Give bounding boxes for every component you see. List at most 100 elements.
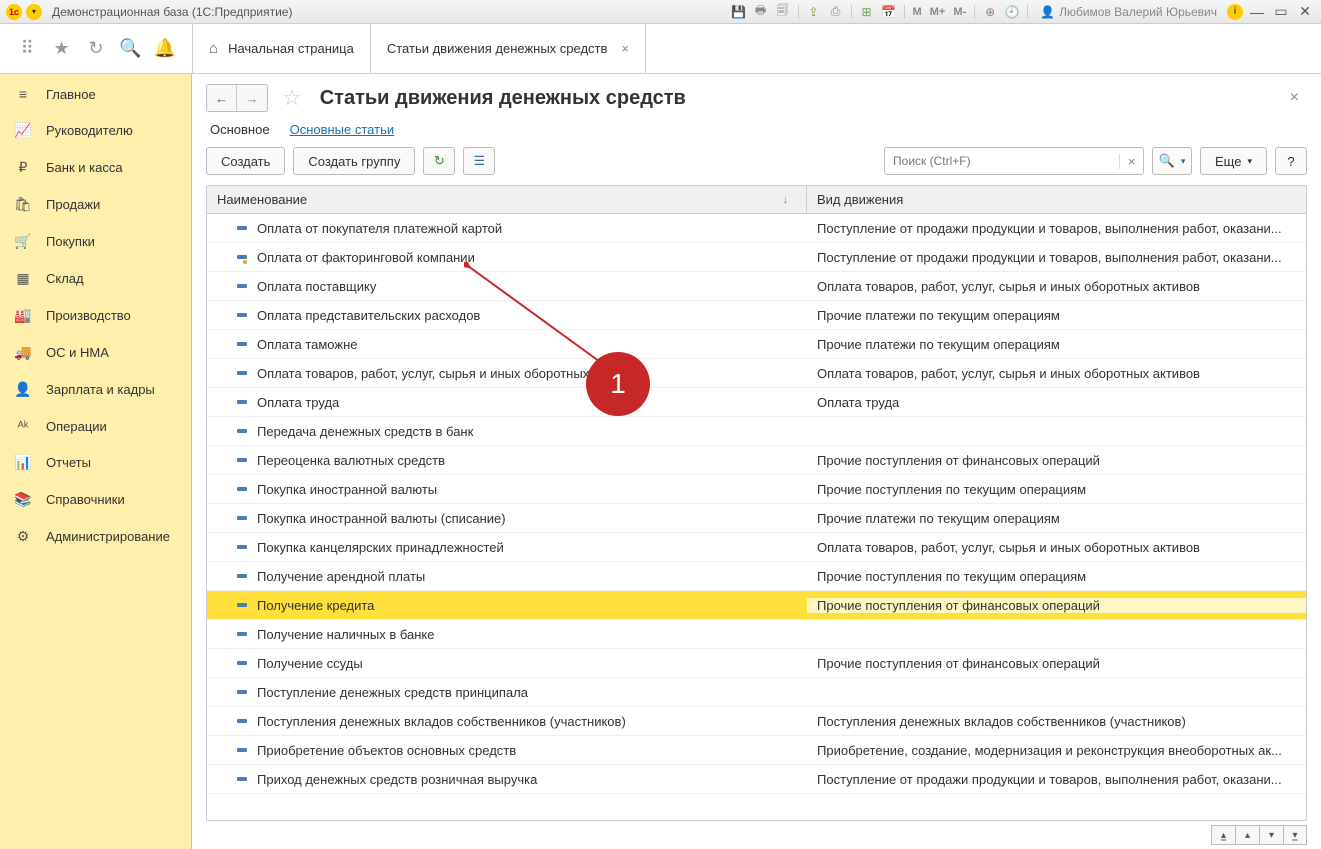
table-row[interactable]: Покупка иностранной валюты (списание) Пр… <box>207 504 1306 533</box>
subtab-main-items[interactable]: Основные статьи <box>290 122 395 137</box>
row-name: Оплата таможне <box>257 337 358 352</box>
sidebar-item[interactable]: 📊Отчеты <box>0 444 191 481</box>
sidebar-item[interactable]: 📚Справочники <box>0 481 191 518</box>
zoom-icon[interactable]: ⊕ <box>981 3 999 21</box>
search-button[interactable]: 🔍▾ <box>1152 147 1192 175</box>
table-row[interactable]: Приход денежных средств розничная выручк… <box>207 765 1306 794</box>
scroll-down-icon[interactable]: ▾ <box>1259 825 1283 845</box>
user-chip[interactable]: 👤 Любимов Валерий Юрьевич <box>1040 5 1217 19</box>
save-icon[interactable]: 💾 <box>730 3 748 21</box>
search-input[interactable] <box>885 154 1119 168</box>
calendar-icon[interactable]: 📅 <box>880 3 898 21</box>
history-icon[interactable]: 🕘 <box>1003 3 1021 21</box>
row-name: Поступление денежных средств принципала <box>257 685 528 700</box>
item-icon <box>237 400 247 404</box>
apps-icon[interactable]: ⠿ <box>15 37 39 61</box>
sidebar-item[interactable]: 🚚ОС и НМА <box>0 334 191 371</box>
sidebar-item-label: Руководителю <box>46 123 133 138</box>
subtab-main[interactable]: Основное <box>210 122 270 137</box>
row-name: Оплата труда <box>257 395 339 410</box>
table-row[interactable]: Оплата от покупателя платежной картой По… <box>207 214 1306 243</box>
sidebar-item[interactable]: 📈Руководителю <box>0 112 191 149</box>
sidebar-item[interactable]: ₽Банк и касса <box>0 149 191 186</box>
table-row[interactable]: Поступление денежных средств принципала <box>207 678 1306 707</box>
row-name: Получение кредита <box>257 598 374 613</box>
forward-button[interactable]: → <box>237 85 267 111</box>
scroll-top-icon[interactable]: ▴̲ <box>1211 825 1235 845</box>
table-row[interactable]: Получение кредита Прочие поступления от … <box>207 591 1306 620</box>
minimize-button[interactable]: — <box>1247 4 1267 20</box>
table-row[interactable]: Переоценка валютных средств Прочие посту… <box>207 446 1306 475</box>
memory-m[interactable]: M <box>911 6 924 18</box>
sidebar-icon: ₽ <box>14 159 32 176</box>
memory-mminus[interactable]: M- <box>951 6 968 18</box>
sidebar-icon: 👤 <box>14 381 32 398</box>
row-kind: Оплата товаров, работ, услуг, сырья и ин… <box>807 279 1306 294</box>
table-row[interactable]: Покупка канцелярских принадлежностей Опл… <box>207 533 1306 562</box>
table-row[interactable]: Оплата поставщику Оплата товаров, работ,… <box>207 272 1306 301</box>
create-group-button[interactable]: Создать группу <box>293 147 415 175</box>
row-name: Поступления денежных вкладов собственник… <box>257 714 626 729</box>
table-row[interactable]: Поступления денежных вкладов собственник… <box>207 707 1306 736</box>
close-button[interactable]: ✕ <box>1295 3 1315 20</box>
window-title: Демонстрационная база (1С:Предприятие) <box>52 5 730 19</box>
table-row[interactable]: Передача денежных средств в банк <box>207 417 1306 446</box>
favorite-star-icon[interactable]: ☆ <box>282 85 302 111</box>
table-row[interactable]: Получение наличных в банке <box>207 620 1306 649</box>
row-kind: Прочие поступления от финансовых операци… <box>807 598 1306 613</box>
tab-home[interactable]: ⌂ Начальная страница <box>193 24 371 73</box>
col-name[interactable]: Наименование ↓ <box>207 186 807 213</box>
row-kind: Оплата товаров, работ, услуг, сырья и ин… <box>807 366 1306 381</box>
history-nav-icon[interactable]: ↻ <box>84 37 108 61</box>
page-close-icon[interactable]: × <box>1290 89 1299 107</box>
calc-icon[interactable]: ⊞ <box>858 3 876 21</box>
app-menu-dropdown[interactable]: ▾ <box>26 4 42 20</box>
search-clear-icon[interactable]: × <box>1119 154 1143 169</box>
sidebar-item[interactable]: 🏭Производство <box>0 297 191 334</box>
table-row[interactable]: Оплата представительских расходов Прочие… <box>207 301 1306 330</box>
help-button[interactable]: ? <box>1275 147 1307 175</box>
table-row[interactable]: Получение арендной платы Прочие поступле… <box>207 562 1306 591</box>
sidebar-icon: 🏭 <box>14 307 32 324</box>
item-icon <box>237 632 247 636</box>
tab-close-icon[interactable]: × <box>621 41 629 56</box>
table-row[interactable]: Оплата от факторинговой компании Поступл… <box>207 243 1306 272</box>
sidebar-item[interactable]: ᴬᵏОперации <box>0 408 191 444</box>
print-icon[interactable]: 🖶 <box>752 3 770 21</box>
list-mode-button[interactable]: ☰ <box>463 147 495 175</box>
col-kind[interactable]: Вид движения <box>807 192 1306 207</box>
favorite-icon[interactable]: ★ <box>50 37 74 61</box>
info-icon[interactable]: i <box>1227 4 1243 20</box>
sidebar-icon: ≡ <box>14 86 32 102</box>
sidebar-item[interactable]: 👤Зарплата и кадры <box>0 371 191 408</box>
memory-mplus[interactable]: M+ <box>928 6 948 18</box>
sidebar-item[interactable]: ⚙Администрирование <box>0 518 191 555</box>
maximize-button[interactable]: ▭ <box>1271 3 1291 20</box>
search-nav-icon[interactable]: 🔍 <box>118 37 142 61</box>
table-row[interactable]: Получение ссуды Прочие поступления от фи… <box>207 649 1306 678</box>
send-icon[interactable]: ⎙ <box>827 3 845 21</box>
create-button[interactable]: Создать <box>206 147 285 175</box>
sidebar-item[interactable]: ▦Склад <box>0 260 191 297</box>
table-row[interactable]: Приобретение объектов основных средств П… <box>207 736 1306 765</box>
table-row[interactable]: Оплата труда Оплата труда <box>207 388 1306 417</box>
user-icon: 👤 <box>1040 5 1055 19</box>
table-header: Наименование ↓ Вид движения <box>207 186 1306 214</box>
back-button[interactable]: ← <box>207 85 237 111</box>
link-icon[interactable]: ⇪ <box>805 3 823 21</box>
scroll-up-icon[interactable]: ▴ <box>1235 825 1259 845</box>
tab-cashflow-items[interactable]: Статьи движения денежных средств × <box>371 24 646 73</box>
sidebar-item[interactable]: ≡Главное <box>0 74 191 112</box>
item-icon <box>237 342 247 346</box>
refresh-icon-button[interactable]: ↻ <box>423 147 455 175</box>
scroll-bottom-icon[interactable]: ▾̲ <box>1283 825 1307 845</box>
item-icon <box>237 516 247 520</box>
table-row[interactable]: Оплата товаров, работ, услуг, сырья и ин… <box>207 359 1306 388</box>
more-button[interactable]: Еще▾ <box>1200 147 1267 175</box>
bell-icon[interactable]: 🔔 <box>153 37 177 61</box>
table-row[interactable]: Покупка иностранной валюты Прочие поступ… <box>207 475 1306 504</box>
table-row[interactable]: Оплата таможне Прочие платежи по текущим… <box>207 330 1306 359</box>
copy-icon[interactable]: 🗐 <box>774 3 792 21</box>
sidebar-item[interactable]: 🛒Покупки <box>0 223 191 260</box>
sidebar-item[interactable]: 🛍Продажи <box>0 186 191 223</box>
